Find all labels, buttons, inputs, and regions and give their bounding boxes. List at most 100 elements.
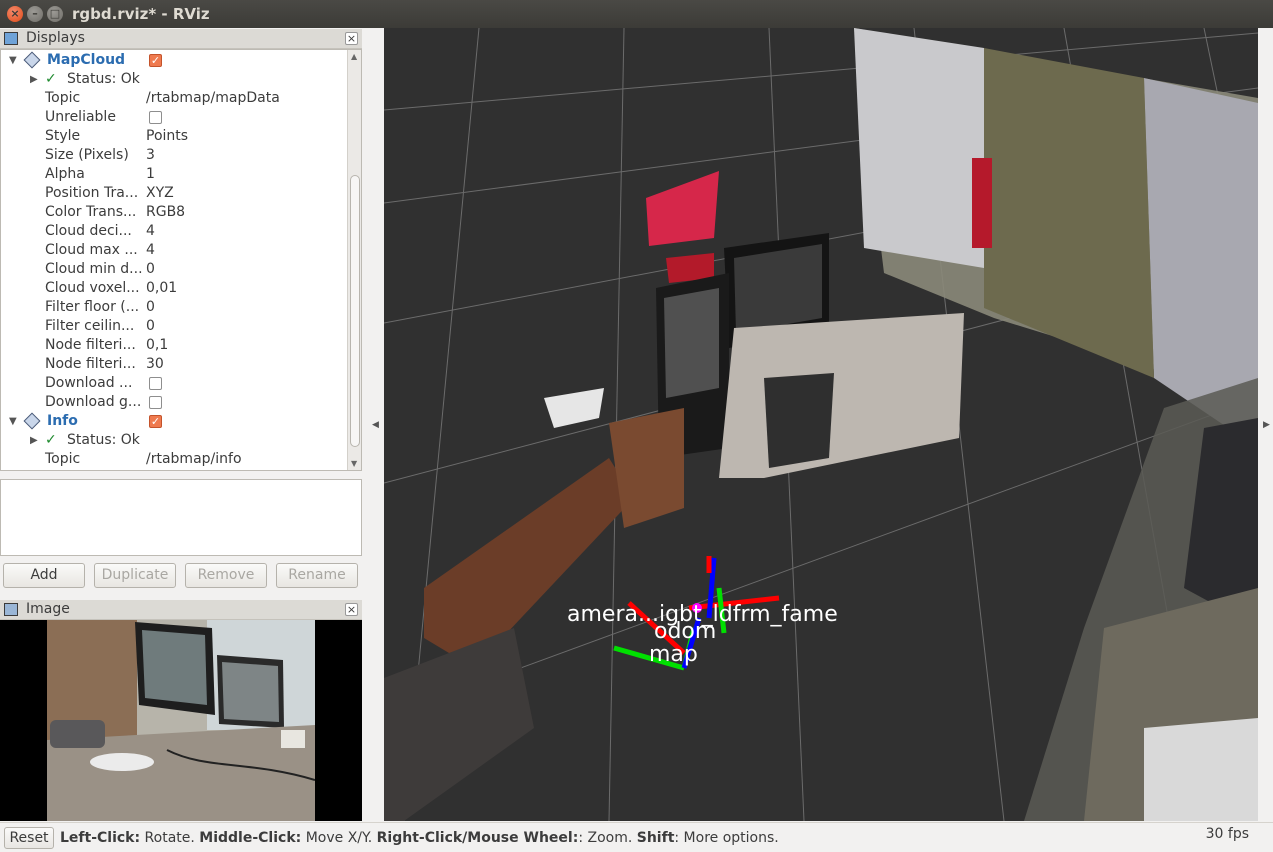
property-row[interactable]: Position Tra... XYZ: [1, 184, 347, 203]
property-row[interactable]: Download g...: [1, 393, 347, 412]
displays-scrollbar[interactable]: ▲ ▼: [347, 50, 361, 470]
image-panel-title: Image: [26, 601, 70, 617]
property-row[interactable]: Cloud deci... 4: [1, 222, 347, 241]
window-minimize-button[interactable]: –: [27, 6, 43, 22]
property-value[interactable]: XYZ: [146, 184, 174, 203]
property-name: Color Trans...: [45, 204, 137, 220]
remove-button[interactable]: Remove: [185, 563, 267, 588]
property-row[interactable]: Size (Pixels) 3: [1, 146, 347, 165]
property-value[interactable]: 0: [146, 298, 155, 317]
property-row[interactable]: Color Trans... RGB8: [1, 203, 347, 222]
display-row[interactable]: ▼ Info ✓: [1, 412, 347, 431]
display-description-box: [0, 479, 362, 556]
checkmark-icon: ✓: [45, 71, 57, 87]
scroll-thumb[interactable]: [350, 175, 360, 447]
displays-panel-close-button[interactable]: ×: [345, 32, 358, 45]
display-name[interactable]: MapCloud: [47, 51, 125, 70]
property-value[interactable]: 3: [146, 146, 155, 165]
property-value[interactable]: 0,01: [146, 279, 177, 298]
image-view: [0, 620, 362, 821]
property-row[interactable]: Filter ceilin... 0: [1, 317, 347, 336]
display-enabled-checkbox[interactable]: ✓: [149, 415, 162, 428]
display-icon: [23, 51, 41, 69]
property-name: Size (Pixels): [45, 147, 129, 163]
property-value[interactable]: /rtabmap/mapData: [146, 89, 280, 108]
property-row[interactable]: Cloud max ... 4: [1, 241, 347, 260]
display-enabled-checkbox[interactable]: ✓: [149, 54, 162, 67]
help-desc: : More options.: [674, 830, 779, 846]
property-value[interactable]: 0,1: [146, 336, 168, 355]
status-row[interactable]: ▶ ✓ Status: Ok: [1, 70, 347, 89]
monitor-icon: [4, 32, 18, 45]
property-checkbox[interactable]: [149, 396, 162, 409]
property-name: Filter floor (...: [45, 299, 140, 315]
collapse-arrow-icon[interactable]: ▶: [30, 70, 38, 89]
image-panel-close-button[interactable]: ×: [345, 603, 358, 616]
scroll-down-icon[interactable]: ▼: [351, 459, 357, 468]
property-row[interactable]: Style Points: [1, 127, 347, 146]
reset-button[interactable]: Reset: [4, 827, 54, 849]
help-desc: : Zoom.: [578, 830, 637, 846]
fps-readout: 30 fps: [1205, 826, 1249, 842]
property-checkbox[interactable]: [149, 111, 162, 124]
title-bar: × – □ rgbd.rviz* - RViz: [0, 0, 1273, 28]
property-row[interactable]: Download ...: [1, 374, 347, 393]
property-name: Cloud voxel...: [45, 280, 140, 296]
property-name: Node filteri...: [45, 356, 136, 372]
property-row[interactable]: Unreliable: [1, 108, 347, 127]
window-close-button[interactable]: ×: [7, 6, 23, 22]
property-value[interactable]: 0: [146, 260, 155, 279]
property-row[interactable]: Topic/rtabmap/info: [1, 450, 347, 469]
camera-scene: [47, 620, 316, 821]
property-value[interactable]: 4: [146, 241, 155, 260]
scroll-up-icon[interactable]: ▲: [351, 52, 357, 61]
property-row[interactable]: Cloud min d... 0: [1, 260, 347, 279]
property-row[interactable]: Filter floor (... 0: [1, 298, 347, 317]
display-row[interactable]: ▼ MapCloud ✓: [1, 51, 347, 70]
property-value[interactable]: 30: [146, 355, 164, 374]
displays-panel-title: Displays: [26, 30, 85, 46]
property-value[interactable]: Points: [146, 127, 188, 146]
property-value[interactable]: 0: [146, 317, 155, 336]
property-row[interactable]: Node filteri... 30: [1, 355, 347, 374]
property-row[interactable]: Topic/rtabmap/mapData: [1, 89, 347, 108]
property-value[interactable]: RGB8: [146, 203, 185, 222]
rename-button[interactable]: Rename: [276, 563, 358, 588]
display-name[interactable]: Info: [47, 412, 78, 431]
property-value[interactable]: 1: [146, 165, 155, 184]
property-name: Filter ceilin...: [45, 318, 135, 334]
property-row[interactable]: Alpha 1: [1, 165, 347, 184]
status-text: Status: Ok: [67, 71, 140, 87]
window-title: rgbd.rviz* - RViz: [72, 5, 210, 23]
displays-tree[interactable]: ▼ MapCloud ✓ ▶ ✓ Status: Ok Topic/rtabmap/mapD…: [0, 49, 362, 471]
property-row[interactable]: Node filteri... 0,1: [1, 336, 347, 355]
window-maximize-button[interactable]: □: [47, 6, 63, 22]
collapse-left-icon[interactable]: ◀: [372, 420, 379, 430]
property-row[interactable]: Cloud voxel... 0,01: [1, 279, 347, 298]
viewport-canvas: amera...igbt_ldfrm_fame odom map: [384, 28, 1258, 821]
property-name: Unreliable: [45, 109, 116, 125]
status-row[interactable]: ▶ ✓ Status: Ok: [1, 431, 347, 450]
3d-viewport[interactable]: amera...igbt_ldfrm_fame odom map: [384, 28, 1258, 821]
property-checkbox[interactable]: [149, 377, 162, 390]
property-value[interactable]: 4: [146, 222, 155, 241]
expand-arrow-icon[interactable]: ▼: [9, 51, 17, 70]
collapse-arrow-icon[interactable]: ▶: [30, 431, 38, 450]
expand-arrow-icon[interactable]: ▼: [9, 412, 17, 431]
help-desc: Move X/Y.: [301, 830, 377, 846]
tf-frame-label-map: map: [649, 642, 698, 667]
property-name: Node filteri...: [45, 337, 136, 353]
help-key: Middle-Click:: [199, 830, 302, 846]
add-button[interactable]: Add: [3, 563, 85, 588]
property-value[interactable]: /rtabmap/info: [146, 450, 242, 469]
property-name: Download ...: [45, 375, 133, 391]
help-key: Right-Click/Mouse Wheel:: [376, 830, 579, 846]
point-cloud: [384, 28, 1258, 821]
property-name: Download g...: [45, 394, 142, 410]
duplicate-button[interactable]: Duplicate: [94, 563, 176, 588]
image-icon: [4, 603, 18, 616]
display-icon: [23, 412, 41, 430]
property-name: Position Tra...: [45, 185, 139, 201]
collapse-right-icon[interactable]: ▶: [1263, 420, 1270, 430]
property-name: Topic: [45, 90, 81, 106]
